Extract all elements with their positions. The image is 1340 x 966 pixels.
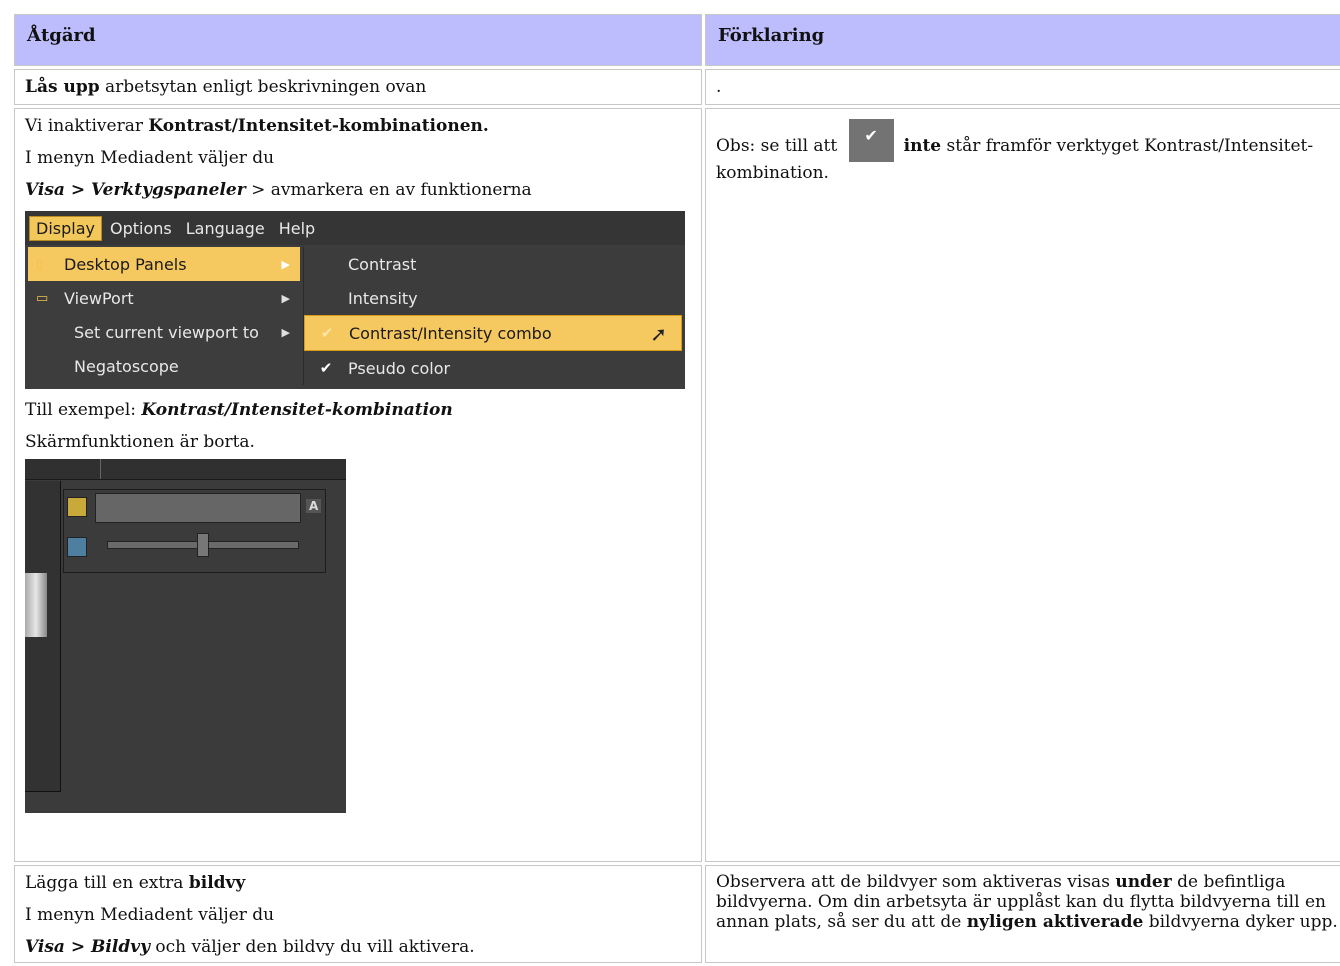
row3-ex-bold: nyligen aktiverade — [966, 912, 1144, 932]
panel-screenshot: A — [25, 459, 346, 813]
row3-explanation: Observera att de bildvyer som aktiveras … — [705, 865, 1340, 963]
menu-help[interactable]: Help — [273, 217, 321, 240]
value-field[interactable] — [95, 493, 301, 523]
menu-item-contrast[interactable]: Contrast — [304, 247, 682, 281]
explanation-bold: inte — [903, 136, 942, 156]
row3-ex-bold: under — [1115, 872, 1172, 892]
row2-action: Vi inaktiverar Kontrast/Intensitet-kombi… — [14, 108, 702, 862]
table-row: Vi inaktiverar Kontrast/Intensitet-kombi… — [14, 108, 1340, 862]
auto-label[interactable]: A — [306, 499, 322, 513]
menubar: Display Options Language Help — [25, 211, 685, 245]
menu-item-intensity[interactable]: Intensity — [304, 281, 682, 315]
menu-item-label: Negatoscope — [74, 356, 179, 376]
slider-thumb[interactable] — [197, 533, 209, 557]
check-icon: ✔ — [319, 359, 333, 377]
example-feature: Kontrast/Intensitet-kombination — [141, 400, 453, 420]
menu-item-label: Pseudo color — [348, 358, 451, 378]
unlock-bold: Lås upp — [25, 77, 100, 97]
header-explanation: Förklaring — [705, 14, 1340, 66]
row3-ex-text: bildvyerna dyker upp. — [1143, 912, 1338, 932]
menu-item-label: Desktop Panels — [64, 254, 187, 274]
menu-path-panels: Verktygspaneler — [91, 180, 246, 200]
row2-p5: Skärmfunktionen är borta. — [25, 432, 255, 452]
color-icon[interactable] — [67, 537, 87, 557]
row2-p1-text: Vi inaktiverar — [25, 116, 149, 136]
panel-icon: ▯ — [36, 256, 44, 272]
path-separator: > — [64, 180, 92, 200]
viewport-frame — [25, 481, 61, 792]
display-submenu: ▯ Desktop Panels ▶ ▭ ViewPort ▶ Set curr… — [28, 247, 300, 383]
menu-path-visa: Visa — [25, 937, 65, 957]
menu-item-label: ViewPort — [64, 288, 134, 308]
menu-item-label: Contrast/Intensity combo — [349, 323, 552, 343]
check-icon: ✔ — [848, 119, 894, 162]
table-row: Lås upp arbetsytan enligt beskrivningen … — [14, 69, 1340, 105]
header-action: Åtgärd — [14, 14, 702, 66]
menu-display[interactable]: Display — [29, 215, 102, 241]
row1-action-text: arbetsytan enligt beskrivningen ovan — [99, 77, 427, 97]
mouse-cursor-icon: ➚ — [650, 322, 667, 346]
menu-item-desktop-panels[interactable]: ▯ Desktop Panels ▶ — [28, 247, 300, 281]
menu-screenshot: Display Options Language Help ▯ Desktop … — [25, 211, 685, 389]
row2-explanation: Obs: se till att ✔inte står framför verk… — [705, 108, 1340, 862]
menu-path-visa: Visa — [25, 180, 65, 200]
menu-item-pseudo-color[interactable]: ✔ Pseudo color — [304, 351, 682, 385]
menu-item-contrast-intensity-combo[interactable]: ✔ Contrast/Intensity combo ➚ — [304, 315, 682, 351]
row3-p1-text: Lägga till en extra — [25, 873, 189, 893]
menu-language[interactable]: Language — [180, 217, 271, 240]
menu-item-set-viewport[interactable]: Set current viewport to ▶ — [28, 315, 300, 349]
chevron-right-icon: ▶ — [281, 325, 290, 339]
row2-p2: I menyn Mediadent väljer du — [25, 148, 275, 168]
row3-action: Lägga till en extra bildvy I menyn Media… — [14, 865, 702, 963]
menu-item-negatoscope[interactable]: Negatoscope — [28, 349, 300, 383]
viewport-icon: ▭ — [36, 290, 49, 306]
row1-explanation: . — [705, 69, 1340, 105]
menu-path-bildvy: Bildvy — [91, 937, 150, 957]
desktop-panels-submenu: Contrast Intensity ✔ Contrast/Intensity c… — [303, 247, 682, 385]
check-icon: ✔ — [320, 324, 334, 342]
menu-item-label: Intensity — [348, 288, 418, 308]
row1-action: Lås upp arbetsytan enligt beskrivningen … — [14, 69, 702, 105]
panel-top-bar — [25, 459, 346, 480]
table-header-row: Åtgärd Förklaring — [14, 14, 1340, 66]
path-separator: > — [64, 937, 92, 957]
row3-ex-text: Observera att de bildvyer som aktiveras … — [716, 872, 1116, 892]
row1-explanation-text: . — [716, 77, 722, 97]
chevron-right-icon: ▶ — [281, 257, 290, 271]
row3-p2: I menyn Mediadent väljer du — [25, 905, 275, 925]
instruction-table: Åtgärd Förklaring Lås upp arbetsytan enl… — [11, 11, 1340, 966]
table-row: Lägga till en extra bildvy I menyn Media… — [14, 865, 1340, 963]
menu-item-label: Set current viewport to — [74, 322, 259, 342]
row2-p4-text: Till exempel: — [25, 400, 142, 420]
row3-p1-bold: bildvy — [188, 873, 246, 893]
menu-item-label: Contrast — [348, 254, 417, 274]
menu-item-viewport[interactable]: ▭ ViewPort ▶ — [28, 281, 300, 315]
menu-options[interactable]: Options — [104, 217, 178, 240]
chevron-right-icon: ▶ — [281, 291, 290, 305]
row2-p1-bold: Kontrast/Intensitet-kombinationen. — [148, 116, 489, 136]
explanation-text: Obs: se till att — [716, 136, 843, 156]
xray-thumbnail — [25, 573, 47, 637]
row2-p3-rest: > avmarkera en av funktionerna — [245, 180, 532, 200]
row3-p3-rest: och väljer den bildvy du vill aktivera. — [149, 937, 475, 957]
contrast-icon[interactable] — [67, 497, 87, 517]
